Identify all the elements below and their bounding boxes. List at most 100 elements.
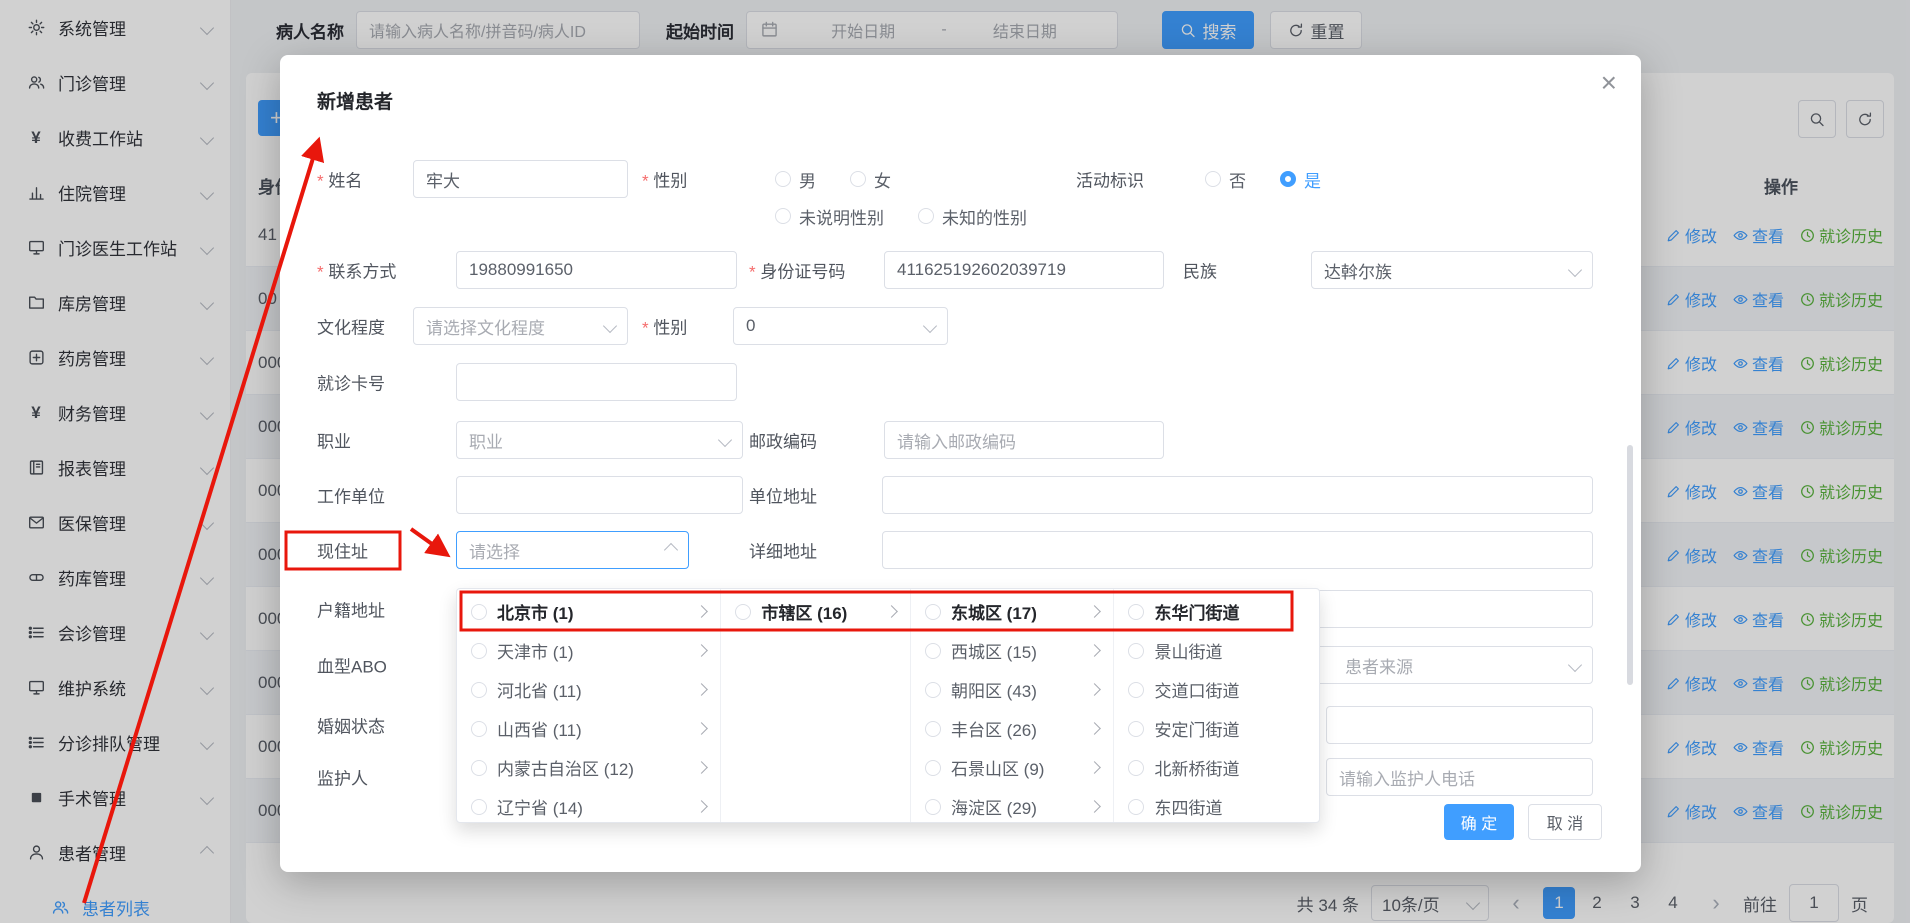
field-label-gender-select: 性别 — [642, 314, 687, 339]
chevron-down-icon — [1568, 658, 1582, 672]
street-option-3[interactable]: 安定门街道 — [1114, 709, 1319, 748]
close-icon[interactable]: × — [1601, 69, 1617, 97]
cascader-city-column: 市辖区 (16) — [721, 589, 911, 822]
field-label-marital-status: 婚姻状态 — [317, 713, 385, 738]
radio-icon — [471, 643, 487, 659]
street-option-1[interactable]: 景山街道 — [1114, 631, 1319, 670]
district-option-3[interactable]: 丰台区 (26) — [911, 709, 1114, 748]
street-option-5[interactable]: 东四街道 — [1114, 787, 1319, 822]
marital-status-input[interactable] — [1326, 706, 1593, 744]
field-label-name: 姓名 — [317, 167, 362, 192]
chevron-up-icon — [664, 543, 678, 557]
radio-icon — [775, 171, 791, 187]
ethnicity-select[interactable]: 达斡尔族 — [1311, 251, 1593, 289]
radio-icon — [1128, 760, 1144, 776]
radio-male[interactable]: 男 — [775, 167, 816, 192]
district-option-2[interactable]: 朝阳区 (43) — [911, 670, 1114, 709]
city-option-0[interactable]: 市辖区 (16) — [721, 592, 910, 631]
gender-select[interactable]: 0 — [733, 307, 948, 345]
radio-icon — [925, 682, 941, 698]
province-option-4[interactable]: 内蒙古自治区 (12) — [457, 748, 720, 787]
radio-icon — [735, 604, 751, 620]
chevron-right-icon — [696, 722, 709, 735]
name-input[interactable]: 牢大 — [413, 160, 628, 198]
field-label-contact: 联系方式 — [317, 258, 396, 283]
guardian-phone-input[interactable]: 请输入监护人电话 — [1326, 758, 1593, 796]
radio-gender-unspecified[interactable]: 未说明性别 — [775, 204, 884, 229]
confirm-button[interactable]: 确 定 — [1444, 804, 1514, 840]
cascader-province-column: 北京市 (1)天津市 (1)河北省 (11)山西省 (11)内蒙古自治区 (12… — [457, 589, 721, 822]
province-option-1[interactable]: 天津市 (1) — [457, 631, 720, 670]
field-label-household-address: 户籍地址 — [317, 597, 385, 622]
field-label-id-number: 身份证号码 — [749, 258, 845, 283]
province-option-3[interactable]: 山西省 (11) — [457, 709, 720, 748]
cascader-street-column: 东华门街道景山街道交道口街道安定门街道北新桥街道东四街道 — [1114, 589, 1319, 822]
province-option-2[interactable]: 河北省 (11) — [457, 670, 720, 709]
postal-code-input[interactable]: 请输入邮政编码 — [884, 421, 1164, 459]
chevron-down-icon — [1568, 263, 1582, 277]
chevron-right-icon — [885, 605, 898, 618]
detail-address-input[interactable] — [882, 531, 1593, 569]
radio-gender-unknown[interactable]: 未知的性别 — [918, 204, 1027, 229]
current-address-select[interactable]: 请选择 — [456, 531, 689, 569]
address-cascader-dropdown: 北京市 (1)天津市 (1)河北省 (11)山西省 (11)内蒙古自治区 (12… — [456, 588, 1320, 823]
field-label-postal-code: 邮政编码 — [749, 428, 817, 453]
field-label-occupation: 职业 — [317, 428, 351, 453]
radio-icon — [918, 208, 934, 224]
modal-scrollbar[interactable] — [1627, 445, 1633, 685]
field-label-blood-type: 血型ABO — [317, 653, 387, 678]
radio-female[interactable]: 女 — [850, 167, 891, 192]
cancel-button[interactable]: 取 消 — [1528, 804, 1602, 840]
id-number-input[interactable]: 411625192602039719 — [884, 251, 1164, 289]
street-option-2[interactable]: 交道口街道 — [1114, 670, 1319, 709]
district-option-4[interactable]: 石景山区 (9) — [911, 748, 1114, 787]
cascader-district-column: 东城区 (17)西城区 (15)朝阳区 (43)丰台区 (26)石景山区 (9)… — [911, 589, 1115, 822]
occupation-select[interactable]: 职业 — [456, 421, 743, 459]
radio-icon — [925, 604, 941, 620]
visit-card-input[interactable] — [456, 363, 737, 401]
province-option-0[interactable]: 北京市 (1) — [457, 592, 720, 631]
district-option-1[interactable]: 西城区 (15) — [911, 631, 1114, 670]
work-unit-input[interactable] — [456, 476, 743, 514]
field-label-current-address: 现住址 — [317, 538, 368, 563]
radio-no[interactable]: 否 — [1205, 167, 1246, 192]
district-option-0[interactable]: 东城区 (17) — [911, 592, 1114, 631]
radio-icon — [925, 760, 941, 776]
dialog-title: 新增患者 — [317, 87, 393, 114]
field-label-guardian: 监护人 — [317, 765, 368, 790]
name-value: 牢大 — [426, 167, 460, 192]
province-option-5[interactable]: 辽宁省 (14) — [457, 787, 720, 822]
patient-source-select[interactable]: 患者来源 — [1288, 646, 1593, 684]
street-option-4[interactable]: 北新桥街道 — [1114, 748, 1319, 787]
gender-radio-row2: 未说明性别 未知的性别 — [775, 197, 1027, 235]
radio-icon — [471, 682, 487, 698]
chevron-right-icon — [696, 605, 709, 618]
field-label-ethnicity: 民族 — [1183, 258, 1217, 283]
chevron-right-icon — [1089, 800, 1102, 813]
field-label-education: 文化程度 — [317, 314, 385, 339]
chevron-down-icon — [923, 319, 937, 333]
chevron-right-icon — [696, 761, 709, 774]
radio-yes[interactable]: 是 — [1280, 167, 1321, 192]
field-label-unit-address: 单位地址 — [749, 483, 817, 508]
education-select[interactable]: 请选择文化程度 — [413, 307, 628, 345]
contact-input[interactable]: 19880991650 — [456, 251, 737, 289]
radio-icon — [471, 760, 487, 776]
add-patient-dialog: 新增患者 × 姓名 牢大 性别 男 女 未说明性别 未知的性别 活动标识 否 是… — [280, 55, 1641, 872]
field-label-work-unit: 工作单位 — [317, 483, 385, 508]
unit-address-input[interactable] — [882, 476, 1593, 514]
field-label-detail-address: 详细地址 — [749, 538, 817, 563]
radio-icon — [925, 799, 941, 815]
chevron-right-icon — [696, 683, 709, 696]
street-option-0[interactable]: 东华门街道 — [1114, 592, 1319, 631]
field-label-active-flag: 活动标识 — [1076, 167, 1144, 192]
active-flag-radio-group: 否 是 — [1205, 160, 1321, 198]
radio-icon — [1128, 721, 1144, 737]
district-option-5[interactable]: 海淀区 (29) — [911, 787, 1114, 822]
chevron-right-icon — [1089, 644, 1102, 657]
radio-icon — [1128, 643, 1144, 659]
radio-selected-icon — [1280, 171, 1296, 187]
field-label-visit-card: 就诊卡号 — [317, 370, 385, 395]
chevron-right-icon — [1089, 683, 1102, 696]
radio-icon — [1128, 799, 1144, 815]
